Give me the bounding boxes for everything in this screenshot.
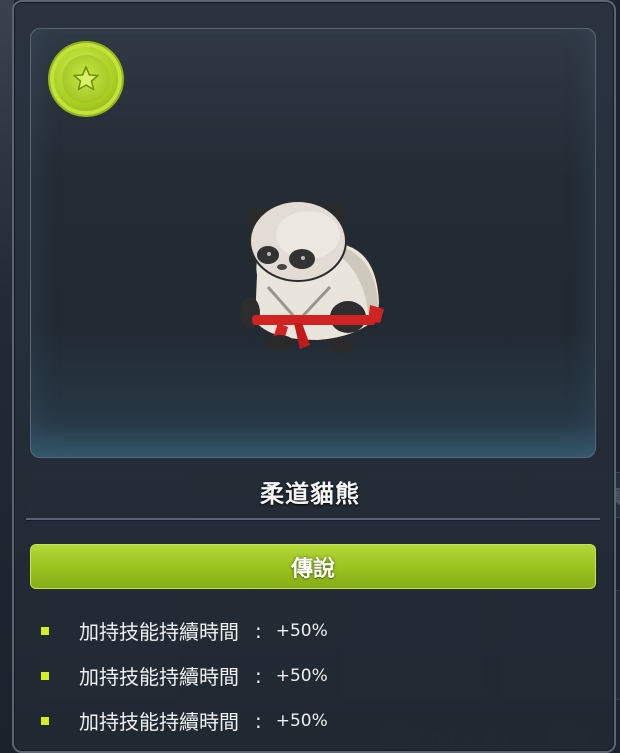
stat-line: 加持技能持續時間 : +50%	[40, 653, 600, 698]
stat-colon: :	[255, 708, 262, 733]
rarity-bar: 傳說	[30, 544, 596, 589]
stat-value: +50%	[275, 665, 328, 686]
pet-image	[240, 200, 384, 353]
stat-line: 加持技能持續時間 : +50%	[40, 608, 600, 653]
stat-label: 加持技能持續時間	[79, 620, 239, 644]
star-icon	[62, 55, 110, 103]
bullet-icon	[41, 671, 49, 680]
stat-colon: :	[255, 618, 262, 643]
stat-label: 加持技能持續時間	[79, 665, 239, 689]
divider	[26, 518, 600, 521]
pet-name: 柔道貓熊	[260, 480, 360, 508]
stat-line: 加持技能持續時間 : +50%	[40, 698, 600, 743]
stat-list: 加持技能持續時間 : +50% 加持技能持續時間 : +50% 加持技能持續時間…	[40, 608, 600, 743]
stat-colon: :	[255, 663, 262, 688]
rarity-label: 傳說	[290, 556, 335, 582]
stat-label: 加持技能持續時間	[79, 710, 239, 734]
bullet-icon	[41, 716, 49, 725]
grade-badge	[50, 43, 122, 115]
stat-value: +50%	[275, 620, 328, 641]
bullet-icon	[41, 626, 49, 635]
stat-value: +50%	[275, 710, 328, 731]
